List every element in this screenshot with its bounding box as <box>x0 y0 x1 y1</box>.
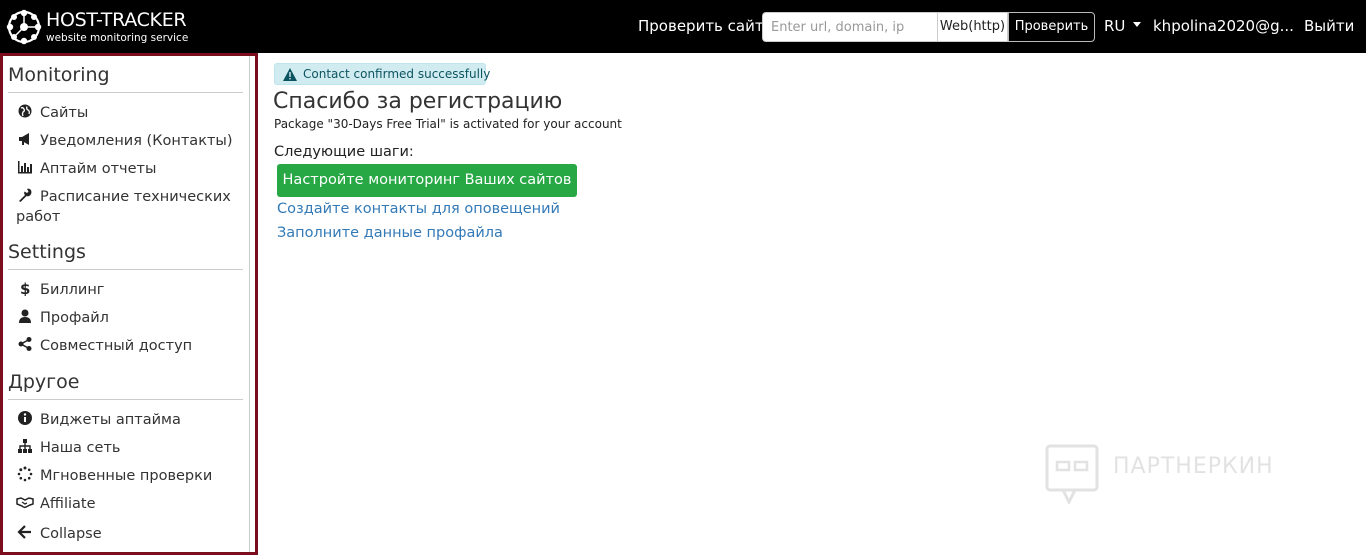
chat-bubble-icon <box>1045 444 1099 504</box>
sidebar-item-affiliate[interactable]: Affiliate <box>16 494 96 512</box>
check-button[interactable]: Проверить <box>1008 12 1095 42</box>
sidebar-item-label: Виджеты аптайма <box>40 412 181 428</box>
sidebar-item-label: Наша сеть <box>40 440 121 456</box>
user-icon <box>19 309 31 323</box>
globe-icon <box>18 104 32 118</box>
sidebar-item-profile[interactable]: Профайл <box>16 308 109 326</box>
watermark: ПАРТНЕРКИН <box>1045 444 1345 504</box>
check-type-select[interactable]: Web(http) <box>937 12 1008 42</box>
sidebar-item-instant-checks[interactable]: Мгновенные проверки <box>16 466 212 484</box>
arrow-left-icon <box>17 525 31 539</box>
section-divider <box>8 269 243 270</box>
sidebar-item-billing[interactable]: $ Биллинг <box>16 280 104 298</box>
section-divider <box>8 399 243 400</box>
sidebar-item-label: Сайты <box>40 105 89 121</box>
language-label: RU <box>1104 17 1126 35</box>
watermark-text: ПАРТНЕРКИН <box>1113 454 1274 479</box>
url-input[interactable] <box>762 12 937 42</box>
brand-logo[interactable]: HOST-TRACKER website monitoring service <box>6 8 196 46</box>
sidebar-item-sites[interactable]: Сайты <box>16 103 88 121</box>
next-steps-label: Следующие шаги: <box>274 144 414 160</box>
brand-subtitle: website monitoring service <box>46 32 189 44</box>
brand-title: HOST-TRACKER <box>46 9 187 31</box>
info-icon <box>18 411 32 425</box>
handshake-icon <box>16 497 34 509</box>
fill-profile-link[interactable]: Заполните данные профайла <box>277 225 503 241</box>
network-logo-icon <box>6 9 42 45</box>
share-icon <box>18 337 32 351</box>
sidebar-item-label: Collapse <box>40 526 102 542</box>
svg-text:$: $ <box>20 280 30 296</box>
wrench-icon <box>19 188 32 202</box>
language-dropdown[interactable]: RU <box>1104 17 1142 35</box>
page-title: Спасибо за регистрацию <box>273 89 563 114</box>
setup-monitoring-button[interactable]: Настройте мониторинг Ваших сайтов <box>277 164 577 197</box>
sidebar-item-label: Уведомления (Контакты) <box>40 133 233 149</box>
spinner-icon <box>17 466 33 482</box>
sidebar-item-uptime-reports[interactable]: Аптайм отчеты <box>16 159 156 177</box>
sidebar-item-shared-access[interactable]: Совместный доступ <box>16 336 192 354</box>
bullhorn-icon <box>19 133 29 145</box>
check-site-label: Проверить сайт <box>638 17 764 35</box>
sidebar-section-other: Другое <box>8 371 80 393</box>
sidebar-item-label: Аптайм отчеты <box>40 161 157 177</box>
logout-link[interactable]: Выйти <box>1304 17 1354 35</box>
sidebar-item-label: Мгновенные проверки <box>40 468 213 484</box>
sidebar-menu: Monitoring Сайты Уведомления (Контакты) … <box>3 56 250 552</box>
section-divider <box>8 92 243 93</box>
user-account-link[interactable]: khpolina2020@g... <box>1153 17 1294 35</box>
sitemap-icon <box>18 439 32 453</box>
sidebar-item-label: Расписание технических работ <box>16 189 231 225</box>
sidebar: Monitoring Сайты Уведомления (Контакты) … <box>0 53 258 555</box>
create-contacts-link[interactable]: Создайте контакты для оповещений <box>277 201 560 217</box>
sidebar-item-label: Affiliate <box>40 496 96 512</box>
sidebar-item-notifications[interactable]: Уведомления (Контакты) <box>16 131 233 149</box>
dollar-icon: $ <box>20 280 30 296</box>
sidebar-section-monitoring: Monitoring <box>8 64 110 86</box>
package-info: Package "30-Days Free Trial" is activate… <box>274 117 622 131</box>
sidebar-section-settings: Settings <box>8 241 86 263</box>
bar-chart-icon <box>18 161 32 174</box>
top-navbar: HOST-TRACKER website monitoring service … <box>0 0 1366 53</box>
sidebar-item-label: Биллинг <box>40 282 105 298</box>
success-alert: Contact confirmed successfully <box>274 63 490 85</box>
caret-down-icon <box>1133 22 1142 27</box>
alert-text: Contact confirmed successfully <box>303 67 491 81</box>
sidebar-item-label: Профайл <box>40 310 109 326</box>
sidebar-item-maintenance[interactable]: Расписание технических работ <box>16 187 236 227</box>
sidebar-item-collapse[interactable]: Collapse <box>16 524 102 542</box>
warning-triangle-icon <box>283 68 297 81</box>
sidebar-item-label: Совместный доступ <box>40 338 193 354</box>
sidebar-item-our-network[interactable]: Наша сеть <box>16 438 120 456</box>
sidebar-item-uptime-widgets[interactable]: Виджеты аптайма <box>16 410 181 428</box>
